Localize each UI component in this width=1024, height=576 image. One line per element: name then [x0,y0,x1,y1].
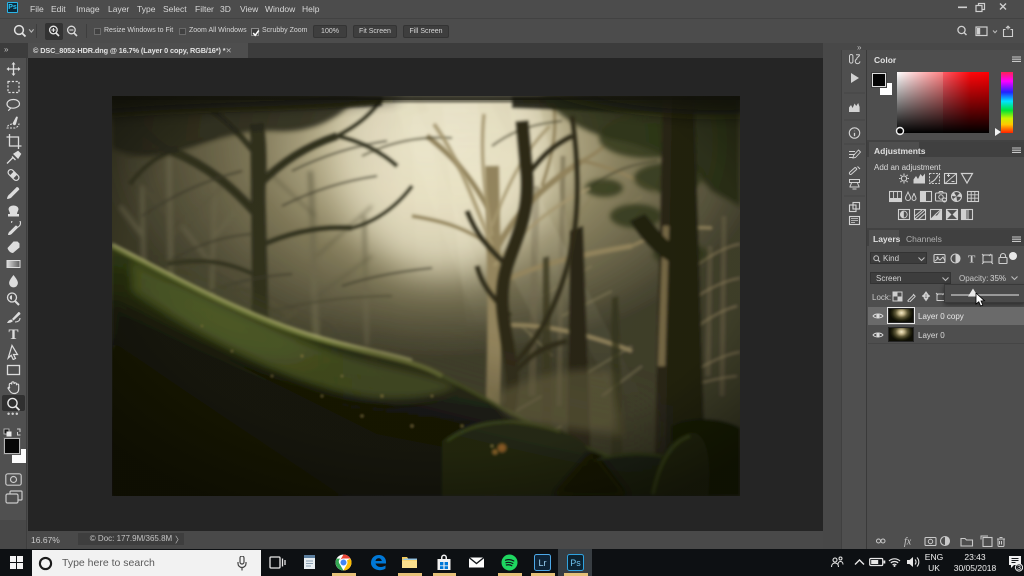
svg-text:fx: fx [904,537,912,548]
svg-text:Ps: Ps [570,558,581,568]
svg-text:Lr: Lr [538,558,546,568]
svg-text:T: T [8,327,18,342]
svg-text:T: T [968,254,976,266]
svg-text:3: 3 [1017,563,1021,572]
